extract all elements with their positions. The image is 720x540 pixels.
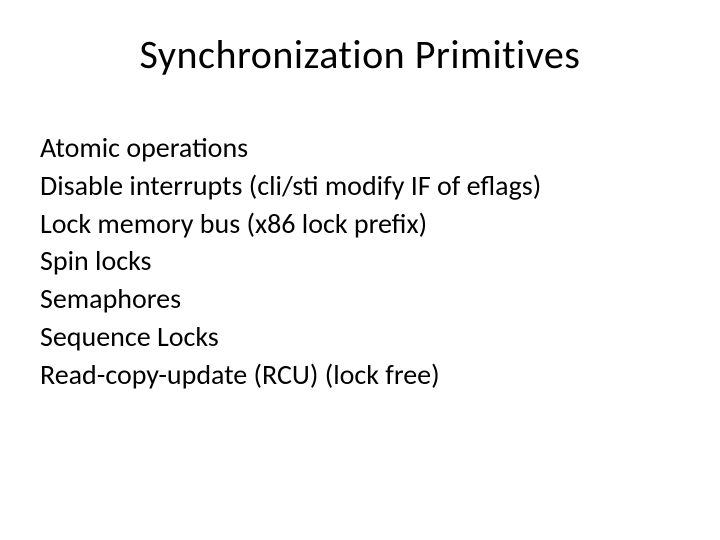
list-item: Lock memory bus (x86 lock prefix) xyxy=(40,205,680,243)
slide-container: Synchronization Primitives Atomic operat… xyxy=(0,0,720,540)
list-item: Disable interrupts (cli/sti modify IF of… xyxy=(40,167,680,205)
slide-content: Atomic operations Disable interrupts (cl… xyxy=(40,129,680,394)
list-item: Read-copy-update (RCU) (lock free) xyxy=(40,356,680,394)
list-item: Semaphores xyxy=(40,280,680,318)
list-item: Spin locks xyxy=(40,242,680,280)
slide-title: Synchronization Primitives xyxy=(40,30,680,79)
list-item: Atomic operations xyxy=(40,129,680,167)
list-item: Sequence Locks xyxy=(40,318,680,356)
